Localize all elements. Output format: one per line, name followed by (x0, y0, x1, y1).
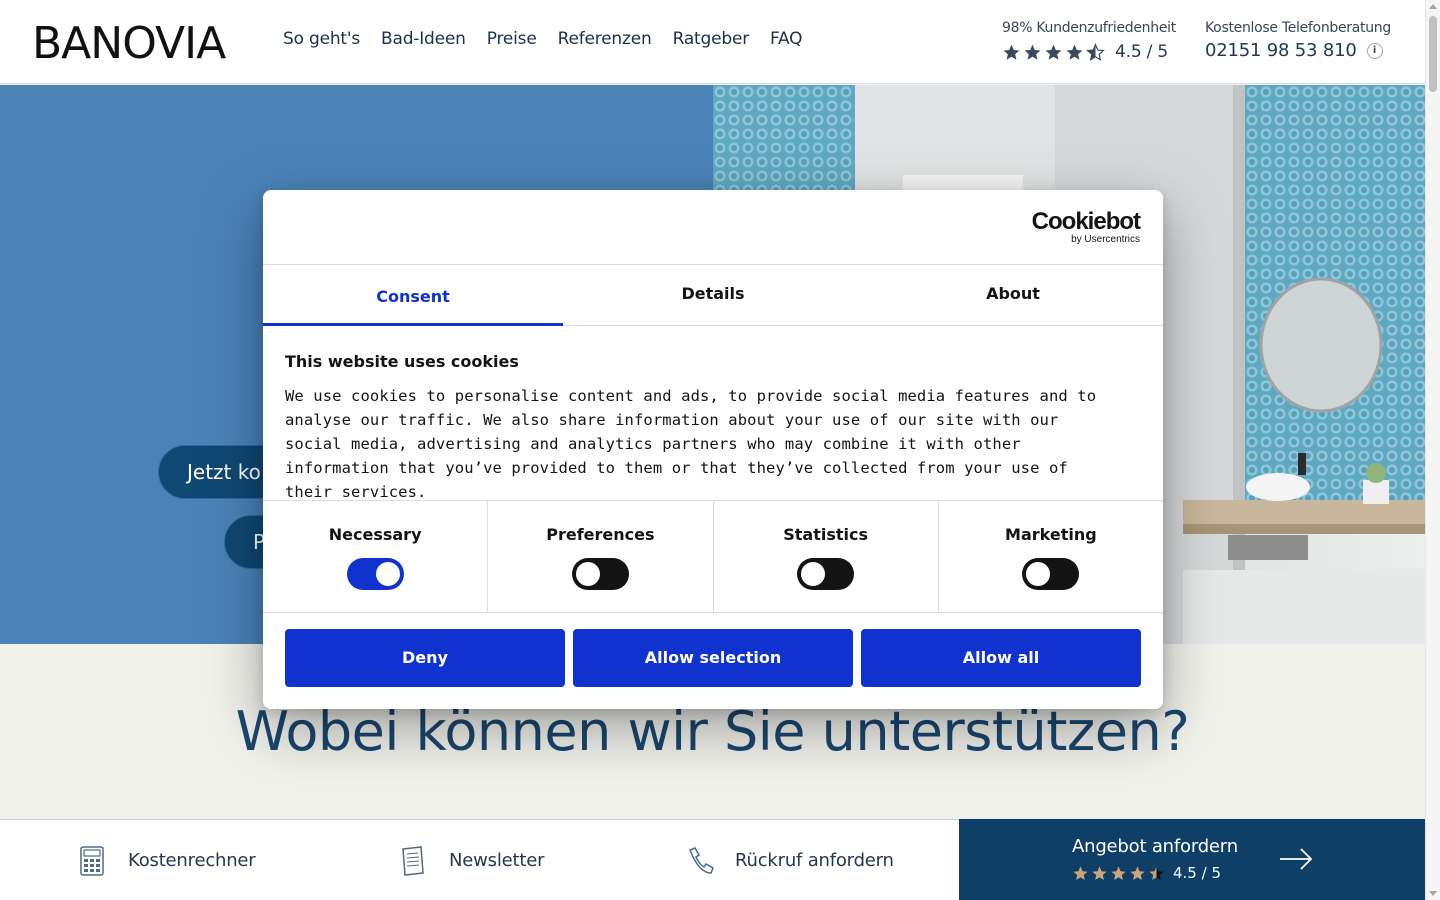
toggle-preferences-switch[interactable] (571, 558, 629, 590)
deny-button[interactable]: Deny (285, 629, 565, 687)
cookiebot-brand-sub: by Usercentrics (1071, 234, 1140, 245)
toggle-marketing-switch[interactable] (1022, 558, 1080, 590)
allow-selection-button[interactable]: Allow selection (573, 629, 853, 687)
scroll-thumb[interactable] (1429, 16, 1437, 92)
cookie-consent-dialog: Cookiebot by Usercentrics Consent Detail… (263, 190, 1163, 709)
dialog-header: Cookiebot by Usercentrics (263, 190, 1163, 265)
toggle-marketing-label: Marketing (1005, 525, 1097, 544)
toggle-necessary-label: Necessary (328, 525, 422, 544)
cookiebot-logo[interactable]: Cookiebot by Usercentrics (1031, 208, 1141, 246)
toggle-necessary-cell: Necessary (263, 501, 489, 612)
tab-details[interactable]: Details (563, 266, 863, 325)
tab-consent[interactable]: Consent (263, 266, 563, 326)
switch-knob (801, 562, 826, 586)
scroll-up-arrow-icon[interactable] (1429, 4, 1437, 9)
switch-knob (575, 562, 600, 586)
toggle-statistics-label: Statistics (783, 525, 868, 544)
consent-toggles: Necessary Preferences Statistics Marketi… (263, 500, 1163, 613)
page-scrollbar[interactable] (1425, 0, 1440, 900)
dialog-tabs: Consent Details About (263, 266, 1163, 326)
toggle-marketing-cell: Marketing (939, 501, 1163, 612)
dialog-body: This website uses cookies We use cookies… (285, 352, 1115, 504)
switch-knob (375, 562, 400, 586)
switch-knob (1026, 562, 1051, 586)
toggle-preferences-label: Preferences (546, 525, 655, 544)
scroll-down-arrow-icon[interactable] (1429, 891, 1437, 896)
dialog-heading: This website uses cookies (285, 352, 519, 371)
allow-all-button[interactable]: Allow all (861, 629, 1141, 687)
toggle-statistics-cell: Statistics (714, 501, 939, 612)
cookiebot-brand: Cookiebot (1031, 208, 1141, 235)
toggle-statistics-switch[interactable] (797, 558, 855, 590)
dialog-buttons: Deny Allow selection Allow all (285, 629, 1141, 687)
toggle-preferences-cell: Preferences (488, 501, 714, 612)
dialog-description: We use cookies to personalise content an… (285, 387, 1097, 501)
toggle-necessary-switch[interactable] (346, 558, 404, 590)
tab-about[interactable]: About (863, 266, 1163, 325)
